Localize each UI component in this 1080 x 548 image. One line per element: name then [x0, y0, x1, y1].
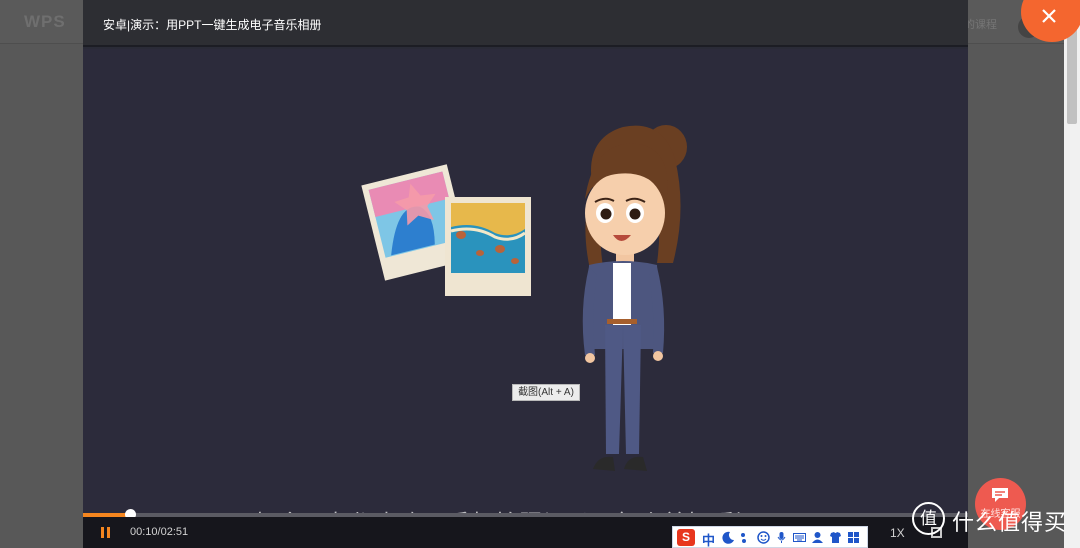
video-player[interactable] — [83, 49, 968, 514]
punctuation-icon[interactable] — [739, 531, 752, 544]
moon-icon[interactable] — [722, 531, 735, 544]
wps-logo: WPS — [24, 12, 66, 31]
ime-toolbar[interactable]: S 中 — [672, 526, 868, 548]
modal-title: 安卓|演示：用PPT一键生成电子音乐相册 — [103, 18, 322, 32]
sogou-logo-icon[interactable]: S — [677, 529, 695, 546]
ime-mode[interactable]: 中 — [702, 530, 715, 548]
playback-speed-button[interactable]: 1X — [890, 526, 905, 540]
video-frame-illustration — [361, 125, 687, 471]
close-icon[interactable] — [1042, 9, 1056, 23]
microphone-icon[interactable] — [775, 531, 788, 544]
keyboard-icon[interactable] — [793, 531, 806, 544]
emoji-icon[interactable] — [757, 531, 770, 544]
scroll-thumb[interactable] — [1067, 28, 1077, 124]
chat-icon — [992, 488, 1008, 502]
beach-photo-icon — [445, 197, 531, 296]
skin-icon[interactable] — [829, 531, 842, 544]
pause-icon[interactable] — [101, 527, 111, 538]
playback-time: 00:10/02:51 — [130, 526, 189, 538]
watermark-badge: 值 — [912, 502, 945, 535]
user-icon[interactable] — [811, 531, 824, 544]
modal-header: 安卓|演示：用PPT一键生成电子音乐相册 — [83, 0, 968, 47]
screenshot-tooltip: 截图(Alt + A) — [512, 384, 580, 401]
watermark-text: 什么值得买 — [952, 510, 1068, 535]
background-link[interactable]: 的课程 — [964, 16, 997, 32]
video-modal: 安卓|演示：用PPT一键生成电子音乐相册 — [83, 0, 968, 548]
toolbox-icon[interactable] — [847, 531, 860, 544]
page-scrollbar[interactable] — [1064, 0, 1080, 548]
character-illustration — [582, 125, 687, 471]
